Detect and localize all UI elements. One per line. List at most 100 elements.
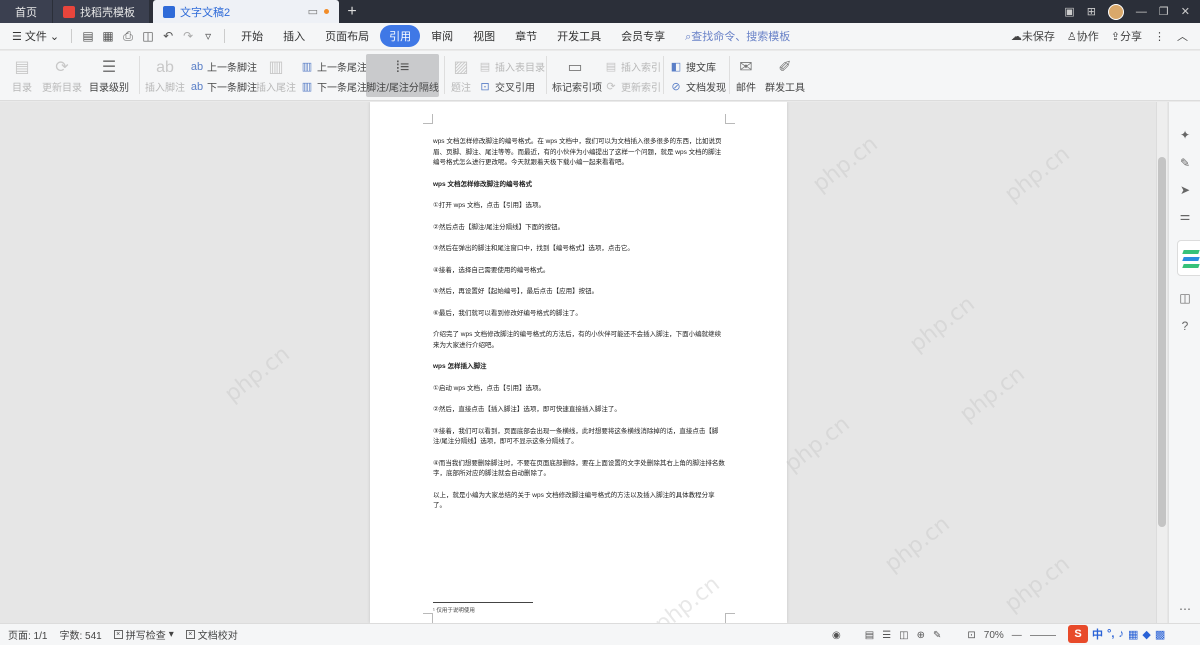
document-paragraph[interactable]: wps 文档怎样修改脚注的编号格式。在 wps 文档中，我们可以为文档插入很多很… — [433, 137, 725, 169]
caption-button[interactable]: ▨ 题注 — [449, 57, 473, 94]
toc-level-button[interactable]: ☰ 目录级别 — [86, 57, 132, 94]
skin-icon[interactable]: ◆ — [1142, 628, 1150, 641]
scroll-thumb[interactable] — [1158, 157, 1166, 527]
pen-icon[interactable]: ✎ — [1177, 156, 1193, 170]
prev-footnote-button[interactable]: ab 上一条脚注 — [190, 59, 257, 75]
toolbox-icon[interactable]: ▩ — [1155, 628, 1165, 641]
insert-table-toc-button[interactable]: ▤ 插入表目录 — [478, 59, 545, 74]
export-icon[interactable]: ▦ — [100, 29, 116, 43]
document-heading[interactable]: wps 怎样插入脚注 — [433, 362, 725, 373]
update-toc-button[interactable]: ⟳ 更新目录 — [42, 57, 82, 94]
eye-icon[interactable]: ◉ — [832, 630, 841, 641]
tab-home[interactable]: 首页 — [0, 0, 52, 23]
tab-template[interactable]: 找稻壳模板 — [53, 0, 149, 23]
footnote-text[interactable]: ¹ 仅用于说明使用 — [433, 606, 475, 614]
close-icon[interactable]: ✕ — [1181, 5, 1190, 18]
fit-icon[interactable]: ⊡ — [967, 630, 975, 641]
more-options-icon[interactable]: ⋮ — [1154, 30, 1165, 43]
share-button[interactable]: ⇪分享 — [1111, 28, 1142, 44]
redo-icon[interactable]: ↷ — [180, 29, 196, 43]
restore-icon[interactable]: ❐ — [1159, 5, 1169, 18]
keyboard-icon[interactable]: ▦ — [1128, 628, 1138, 641]
proof-button[interactable]: × 文档校对 — [185, 627, 238, 642]
mail-button[interactable]: ✉ 邮件 — [734, 57, 758, 94]
document-paragraph[interactable]: 以上，就是小编为大家总结的关于 wps 文档修改脚注编号格式的方法以及插入脚注的… — [433, 491, 725, 512]
menu-start[interactable]: 开始 — [232, 25, 272, 47]
unsaved-button[interactable]: ☁未保存 — [1011, 28, 1055, 44]
zoom-slider[interactable] — [1029, 634, 1056, 636]
word-count[interactable]: 字数: 541 — [59, 627, 101, 642]
menu-layout[interactable]: 页面布局 — [316, 25, 378, 47]
ime-language[interactable]: 中 — [1092, 626, 1103, 642]
page-count[interactable]: 页面: 1/1 — [8, 627, 47, 642]
more-icon[interactable]: ▿ — [200, 29, 216, 43]
sogou-logo[interactable]: S — [1068, 625, 1088, 643]
zoom-out-icon[interactable]: — — [1012, 630, 1022, 641]
menu-developer[interactable]: 开发工具 — [548, 25, 610, 47]
cross-ref-button[interactable]: ⊡ 交叉引用 — [478, 79, 535, 94]
insert-footnote-button[interactable]: ab 插入脚注 — [145, 57, 185, 94]
mass-tool-button[interactable]: ✐ 群发工具 — [762, 57, 808, 94]
grid-icon[interactable]: ⊞ — [1087, 5, 1096, 18]
document-paragraph[interactable]: ②然后，直接点击【插入脚注】选项，即可快速直接插入脚注了。 — [433, 405, 725, 416]
prev-endnote-button[interactable]: ▥ 上一条尾注 — [300, 59, 367, 74]
preview-icon[interactable]: ◫ — [140, 29, 156, 43]
book-icon[interactable]: ◫ — [1177, 291, 1193, 305]
tab-document[interactable]: 文字文稿2 ▭ — [153, 0, 339, 23]
update-index-button[interactable]: ⟳ 更新索引 — [604, 79, 661, 94]
spell-check-button[interactable]: × 拼写检查 ▾ — [113, 627, 174, 642]
document-paragraph[interactable]: ⑤然后，再设置好【起始编号】，最后点击【应用】按钮。 — [433, 287, 725, 298]
doc-discover-button[interactable]: ⊘ 文档发现 — [669, 79, 726, 94]
insert-index-button[interactable]: ▤ 插入索引 — [604, 59, 661, 74]
collapse-ribbon-icon[interactable]: ︿ — [1177, 28, 1188, 44]
page-view-icon[interactable]: ▤ — [865, 630, 874, 641]
document-page[interactable]: wps 文档怎样修改脚注的编号格式。在 wps 文档中，我们可以为文档插入很多很… — [370, 102, 787, 623]
collaborate-button[interactable]: ♙协作 — [1067, 28, 1099, 44]
more-dots-icon[interactable]: ⋯ — [1177, 602, 1193, 616]
zoom-level[interactable]: 70% — [984, 630, 1004, 641]
document-paragraph[interactable]: ①启动 wps 文档，点击【引用】选项。 — [433, 384, 725, 395]
file-menu[interactable]: ☰ 文件 ⌄ — [6, 28, 65, 44]
read-view-icon[interactable]: ◫ — [899, 630, 908, 641]
minimize-icon[interactable]: — — [1136, 6, 1147, 18]
toc-button[interactable]: ▤ 目录 — [6, 57, 38, 94]
document-workspace[interactable]: wps 文档怎样修改脚注的编号格式。在 wps 文档中，我们可以为文档插入很多很… — [0, 102, 1200, 623]
search-lib-button[interactable]: ◧ 搜文库 — [669, 59, 716, 74]
menu-references[interactable]: 引用 — [380, 25, 421, 47]
document-heading[interactable]: wps 文档怎样修改脚注的编号格式 — [433, 180, 725, 191]
punctuation-icon[interactable]: °, — [1107, 628, 1114, 640]
document-paragraph[interactable]: ④接着，选择自己需要使用的编号格式。 — [433, 266, 725, 277]
mark-index-button[interactable]: ▭ 标记索引项 — [552, 57, 602, 94]
tab-options-icon[interactable]: ▭ — [308, 5, 318, 18]
adjust-icon[interactable]: ⚌ — [1177, 209, 1193, 223]
document-body[interactable]: wps 文档怎样修改脚注的编号格式。在 wps 文档中，我们可以为文档插入很多很… — [433, 137, 725, 523]
menu-review[interactable]: 审阅 — [422, 25, 462, 47]
print-icon[interactable]: ⎙ — [120, 29, 136, 44]
undo-icon[interactable]: ↶ — [160, 29, 176, 43]
avatar[interactable] — [1107, 3, 1124, 20]
layout-icon[interactable]: ▣ — [1064, 5, 1074, 18]
document-paragraph[interactable]: ⑥最后，我们就可以看到修改好编号格式的脚注了。 — [433, 309, 725, 320]
next-footnote-button[interactable]: ab 下一条脚注 — [190, 79, 257, 95]
next-endnote-button[interactable]: ▥ 下一条尾注 — [300, 79, 367, 94]
help-icon[interactable]: ? — [1177, 319, 1193, 333]
separator-button[interactable]: ⁞≡ 脚注/尾注分隔线 — [366, 54, 439, 97]
document-paragraph[interactable]: ④而当我们想要删除脚注时，不要在页面底部删除，要在上面设置的文字处删除其右上角的… — [433, 459, 725, 480]
document-paragraph[interactable]: ②然后点击【脚注/尾注分隔线】下面的按钮。 — [433, 223, 725, 234]
new-tab-button[interactable]: + — [339, 0, 365, 23]
assistant-tab[interactable] — [1177, 240, 1200, 276]
menu-section[interactable]: 章节 — [506, 25, 546, 47]
insert-endnote-button[interactable]: ▥ 插入尾注 — [256, 57, 296, 94]
document-paragraph[interactable]: ③接着，我们可以看到，页面底部会出现一条横线，此时想要将这条横线消除掉的话，直接… — [433, 427, 725, 448]
outline-view-icon[interactable]: ☰ — [882, 630, 891, 641]
vertical-scrollbar[interactable] — [1156, 102, 1167, 623]
document-paragraph[interactable]: 介绍完了 wps 文档修改脚注的编号格式的方法后，有的小伙伴可能还不会插入脚注，… — [433, 330, 725, 351]
save-icon[interactable]: ▤ — [80, 29, 96, 43]
menu-member[interactable]: 会员专享 — [612, 25, 674, 47]
menu-view[interactable]: 视图 — [464, 25, 504, 47]
command-search[interactable]: ⌕查找命令、搜索模板 — [685, 28, 790, 44]
web-view-icon[interactable]: ⊕ — [917, 630, 925, 641]
cursor-icon[interactable]: ➤ — [1177, 183, 1193, 197]
menu-insert[interactable]: 插入 — [274, 25, 314, 47]
pen-view-icon[interactable]: ✎ — [933, 630, 941, 641]
